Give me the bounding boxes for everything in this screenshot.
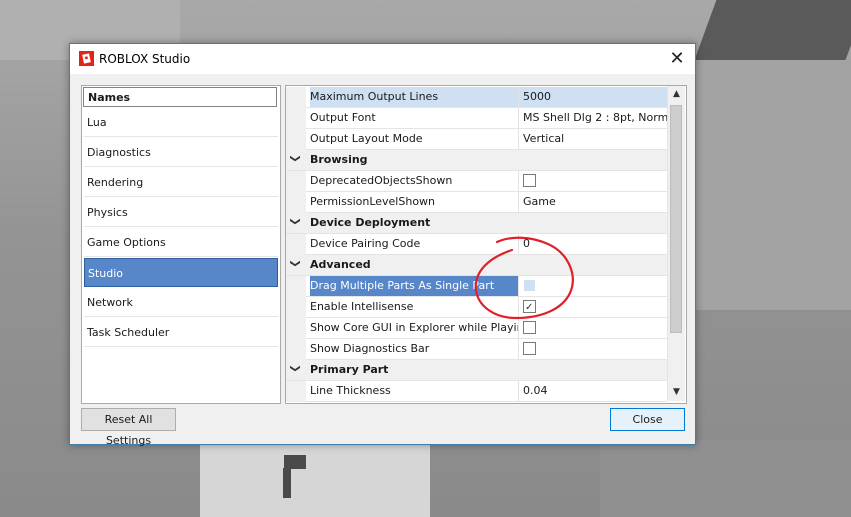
category-item-studio[interactable]: Studio xyxy=(84,258,278,287)
section-header[interactable]: ❯ Device Deployment xyxy=(286,213,667,234)
property-checkbox-cell xyxy=(518,171,667,191)
row-gutter xyxy=(286,339,306,360)
property-row[interactable]: Output Layout Mode Vertical xyxy=(286,129,667,150)
category-item-task-scheduler[interactable]: Task Scheduler xyxy=(84,318,278,347)
property-checkbox-cell xyxy=(518,276,667,296)
property-name: Output Font xyxy=(310,111,376,124)
property-grid: Maximum Output Lines 5000 Output Font MS Sh… xyxy=(285,85,687,404)
property-row[interactable]: Line Thickness 0.04 xyxy=(286,381,667,402)
reset-all-settings-button[interactable]: Reset All Settings xyxy=(81,408,176,447)
category-item-game-options[interactable]: Game Options xyxy=(84,228,278,257)
property-name: Show Diagnostics Bar xyxy=(310,342,430,355)
property-value[interactable]: MS Shell Dlg 2 : 8pt, Normal xyxy=(518,108,667,128)
section-title: Device Deployment xyxy=(310,216,431,229)
property-value[interactable]: 0 xyxy=(518,234,667,254)
close-icon[interactable]: ✕ xyxy=(666,48,688,70)
roblox-logo-icon xyxy=(79,51,94,66)
section-title: Browsing xyxy=(310,153,368,166)
property-grid-scrollbar[interactable]: ▲ ▼ xyxy=(667,86,685,401)
category-item-diagnostics[interactable]: Diagnostics xyxy=(84,138,278,167)
property-name: DeprecatedObjectsShown xyxy=(310,174,453,187)
category-list-header: Names xyxy=(83,87,277,107)
property-row[interactable]: Device Pairing Code 0 xyxy=(286,234,667,255)
settings-dialog: ROBLOX Studio ✕ Names Lua Diagnostics Rend… xyxy=(69,43,696,447)
property-row[interactable]: Maximum Output Lines 5000 xyxy=(286,87,667,108)
property-checkbox[interactable] xyxy=(523,298,536,317)
row-gutter xyxy=(286,234,306,255)
property-checkbox[interactable] xyxy=(523,341,536,355)
property-checkbox-cell xyxy=(518,318,667,338)
scrollbar-thumb[interactable] xyxy=(670,105,682,333)
section-header[interactable]: ❯ Primary Part xyxy=(286,360,667,381)
property-name: Device Pairing Code xyxy=(310,237,421,250)
property-name: Maximum Output Lines xyxy=(310,87,518,107)
property-name: Enable Intellisense xyxy=(310,300,414,313)
property-value[interactable]: 0.04 xyxy=(518,381,667,401)
row-gutter xyxy=(286,381,306,402)
property-row[interactable]: Enable Intellisense xyxy=(286,297,667,318)
row-gutter xyxy=(286,318,306,339)
property-value[interactable]: Game xyxy=(518,192,667,212)
property-row[interactable]: PermissionLevelShown Game xyxy=(286,192,667,213)
chevron-down-icon[interactable]: ❯ xyxy=(290,154,301,162)
row-gutter xyxy=(286,297,306,318)
property-row[interactable]: Output Font MS Shell Dlg 2 : 8pt, Normal xyxy=(286,108,667,129)
section-title: Primary Part xyxy=(310,363,389,376)
property-checkbox[interactable] xyxy=(523,320,536,334)
chevron-down-icon[interactable]: ❯ xyxy=(290,217,301,225)
category-item-physics[interactable]: Physics xyxy=(84,198,278,227)
category-item-network[interactable]: Network xyxy=(84,288,278,317)
title-bar: ROBLOX Studio ✕ xyxy=(70,44,695,74)
property-value[interactable]: 5000 xyxy=(518,87,667,107)
chevron-down-icon[interactable]: ❯ xyxy=(290,364,301,372)
property-name: Line Thickness xyxy=(310,384,391,397)
property-checkbox[interactable] xyxy=(523,173,536,187)
row-gutter xyxy=(286,171,306,192)
property-checkbox-cell xyxy=(518,297,667,317)
property-name: PermissionLevelShown xyxy=(310,195,436,208)
close-button[interactable]: Close xyxy=(610,408,685,431)
section-title: Advanced xyxy=(310,258,371,271)
row-gutter xyxy=(286,87,306,108)
property-name: Output Layout Mode xyxy=(310,132,423,145)
category-item-lua[interactable]: Lua xyxy=(84,108,278,137)
category-list: Names Lua Diagnostics Rendering Physics Game… xyxy=(81,85,281,404)
scroll-down-arrow-icon[interactable]: ▼ xyxy=(668,384,685,401)
window-title: ROBLOX Studio xyxy=(99,52,191,66)
category-item-rendering[interactable]: Rendering xyxy=(84,168,278,197)
property-name: Drag Multiple Parts As Single Part xyxy=(310,276,518,296)
row-gutter xyxy=(286,129,306,150)
property-checkbox[interactable] xyxy=(523,278,536,292)
scroll-up-arrow-icon[interactable]: ▲ xyxy=(668,86,685,103)
property-value[interactable]: Vertical xyxy=(518,129,667,149)
chevron-down-icon[interactable]: ❯ xyxy=(290,259,301,267)
row-gutter xyxy=(286,192,306,213)
property-row[interactable]: Show Diagnostics Bar xyxy=(286,339,667,360)
row-gutter xyxy=(286,108,306,129)
property-row[interactable]: Show Core GUI in Explorer while Playing xyxy=(286,318,667,339)
property-row[interactable]: Drag Multiple Parts As Single Part xyxy=(286,276,667,297)
property-checkbox-cell xyxy=(518,339,667,359)
property-name: Show Core GUI in Explorer while Playing xyxy=(310,321,518,334)
section-header[interactable]: ❯ Advanced xyxy=(286,255,667,276)
section-header[interactable]: ❯ Browsing xyxy=(286,150,667,171)
row-gutter xyxy=(286,276,306,297)
property-row[interactable]: DeprecatedObjectsShown xyxy=(286,171,667,192)
